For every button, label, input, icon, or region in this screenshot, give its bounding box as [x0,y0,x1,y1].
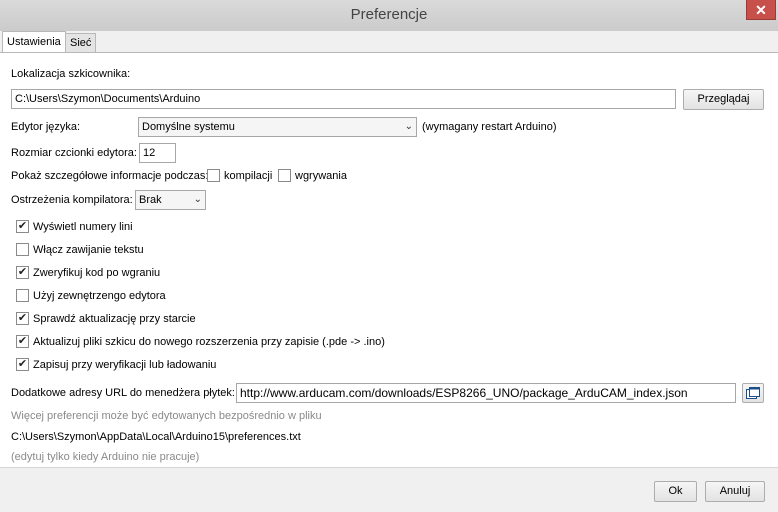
word-wrap-label: Włącz zawijanie tekstu [33,244,144,256]
warnings-value: Brak [139,194,162,206]
language-value: Domyślne systemu [142,121,235,133]
close-button[interactable]: ✕ [746,0,776,20]
verbose-label: Pokaż szczegółowe informacje podczas: [11,170,209,182]
cancel-button[interactable]: Anuluj [705,481,765,502]
verify-after-upload-label: Zweryfikuj kod po wgraniu [33,267,161,279]
warnings-select[interactable]: Brak ⌄ [135,190,206,210]
external-editor-checkbox[interactable] [16,289,29,302]
preferences-file-path[interactable]: C:\Users\Szymon\AppData\Local\Arduino15\… [11,431,301,443]
verbose-upload-checkbox[interactable] [278,169,291,182]
checkmark-icon: ✔ [17,266,28,278]
boards-url-edit-button[interactable] [742,383,764,403]
sketchbook-path-input[interactable]: C:\Users\Szymon\Documents\Arduino [11,89,676,109]
window-title: Preferencje [350,6,428,23]
word-wrap-checkbox[interactable] [16,243,29,256]
font-size-input[interactable]: 12 [139,143,176,163]
font-size-label: Rozmiar czcionki edytora: [11,147,137,159]
update-extension-checkbox[interactable]: ✔ [16,335,29,348]
verbose-compile-checkbox[interactable] [207,169,220,182]
chevron-down-icon: ⌄ [193,194,202,205]
show-line-numbers-label: Wyświetl numery lini [33,221,133,233]
checkmark-icon: ✔ [17,358,28,370]
language-restart-note: (wymagany restart Arduino) [422,121,557,133]
tab-settings[interactable]: Ustawienia [2,31,66,53]
checkmark-icon: ✔ [17,312,28,324]
ok-button[interactable]: Ok [654,481,697,502]
browse-button[interactable]: Przeglądaj [683,89,764,110]
verbose-upload-label: wgrywania [295,170,347,182]
checkmark-icon: ✔ [17,220,28,232]
save-on-verify-checkbox[interactable]: ✔ [16,358,29,371]
sketchbook-label: Lokalizacja szkicownika: [11,68,131,80]
boards-url-input[interactable]: http://www.arducam.com/downloads/ESP8266… [236,383,736,403]
save-on-verify-label: Zapisuj przy weryfikacji lub ładowaniu [33,359,217,371]
check-updates-checkbox[interactable]: ✔ [16,312,29,325]
chevron-down-icon: ⌄ [404,121,413,132]
tab-bar: Ustawienia Sieć [0,31,778,53]
preferences-window: Preferencje ✕ Ustawienia Sieć Lokalizacj… [0,0,778,512]
verbose-compile-label: kompilacji [224,170,273,182]
title-bar[interactable]: Preferencje ✕ [0,0,778,31]
more-preferences-note: Więcej preferencji może być edytowanych … [11,410,322,422]
warnings-label: Ostrzeżenia kompilatora: [11,194,133,206]
boards-url-label: Dodatkowe adresy URL do menedżera płytek… [11,387,235,399]
external-editor-label: Użyj zewnętrzengo edytora [33,290,166,302]
verify-after-upload-checkbox[interactable]: ✔ [16,266,29,279]
edit-warning-note: (edytuj tylko kiedy Arduino nie pracuje) [11,451,200,463]
language-select[interactable]: Domyślne systemu ⌄ [138,117,417,137]
checkmark-icon: ✔ [17,335,28,347]
tab-network[interactable]: Sieć [65,33,97,52]
check-updates-label: Sprawdź aktualizację przy starcie [33,313,196,325]
language-label: Edytor języka: [11,121,81,133]
show-line-numbers-checkbox[interactable]: ✔ [16,220,29,233]
window-icon [746,387,760,399]
close-icon: ✕ [755,2,767,18]
settings-panel: Lokalizacja szkicownika: C:\Users\Szymon… [0,52,778,468]
update-extension-label: Aktualizuj pliki szkicu do nowego rozsze… [33,336,385,348]
